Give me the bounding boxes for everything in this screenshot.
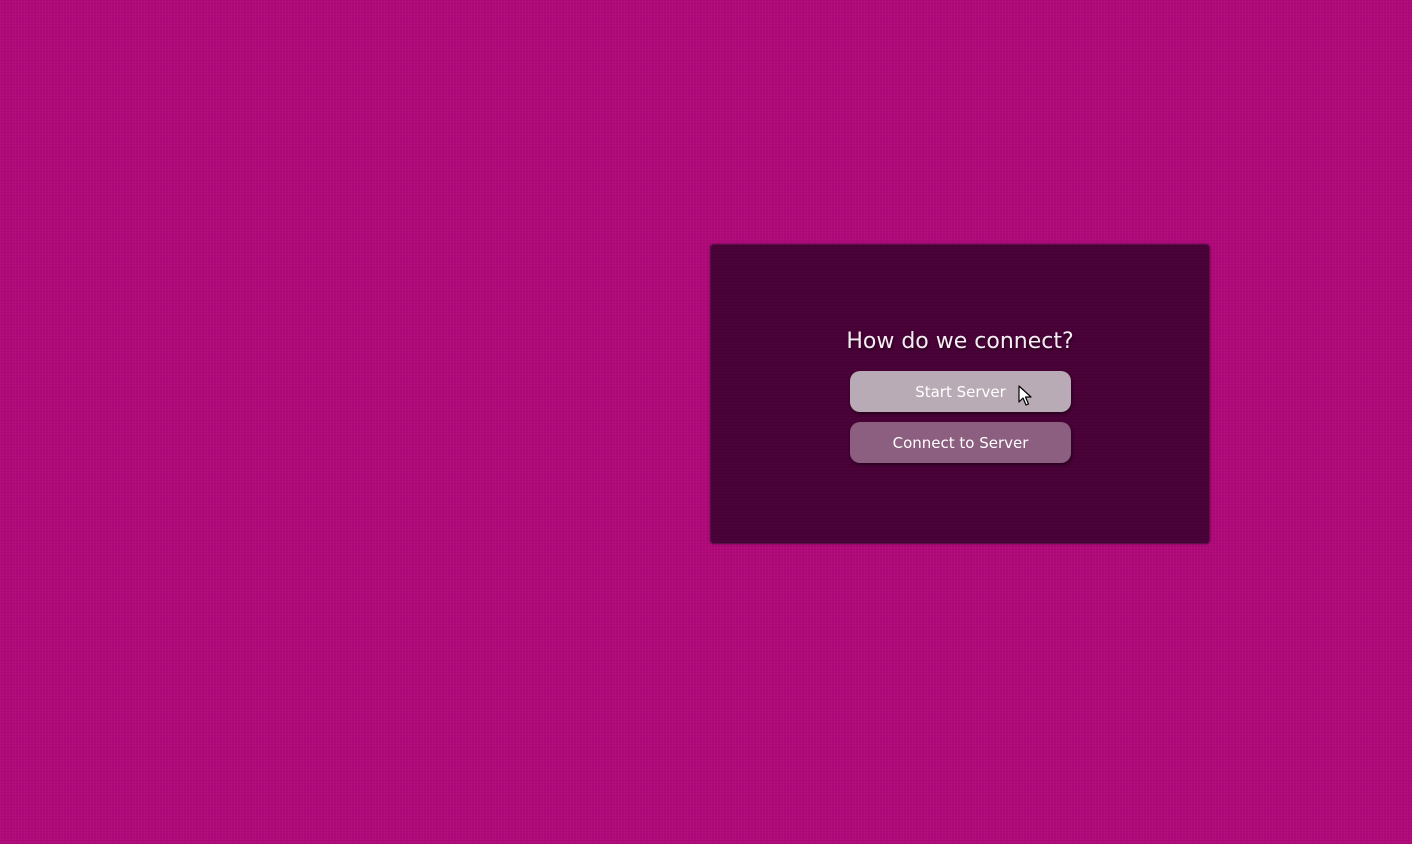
dialog-prompt: How do we connect? [846,329,1074,354]
start-server-button[interactable]: Start Server [850,371,1071,412]
connection-dialog: How do we connect? Start Server Connect … [710,244,1210,544]
connect-to-server-label: Connect to Server [892,433,1029,452]
start-server-label: Start Server [915,382,1006,401]
connect-to-server-button[interactable]: Connect to Server [850,422,1071,463]
